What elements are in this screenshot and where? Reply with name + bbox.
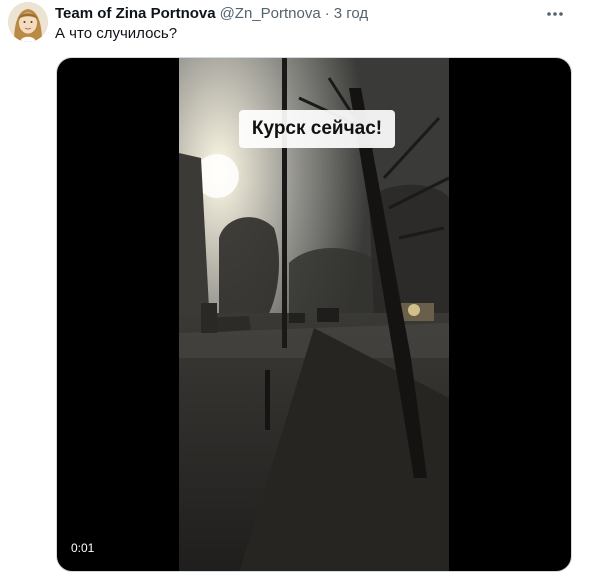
video-duration: 0:01 xyxy=(67,539,99,557)
video-player[interactable]: Курск сейчас! 0:01 xyxy=(56,57,572,572)
header-separator: · xyxy=(324,5,330,22)
tweet-header: Team of Zina Portnova @Zn_Portnova · 3 г… xyxy=(55,4,549,24)
author-handle[interactable]: @Zn_Portnova xyxy=(220,4,321,24)
timestamp[interactable]: 3 год xyxy=(334,4,368,24)
avatar-portrait-image xyxy=(8,2,48,42)
more-options-button[interactable] xyxy=(543,4,567,24)
author-name[interactable]: Team of Zina Portnova xyxy=(55,4,216,24)
tweet: Team of Zina Portnova @Zn_Portnova · 3 г… xyxy=(0,0,589,582)
tweet-text: А что случилось? xyxy=(55,25,178,42)
avatar[interactable] xyxy=(8,2,48,42)
video-caption: Курск сейчас! xyxy=(239,110,395,148)
more-horizontal-icon xyxy=(547,12,563,16)
